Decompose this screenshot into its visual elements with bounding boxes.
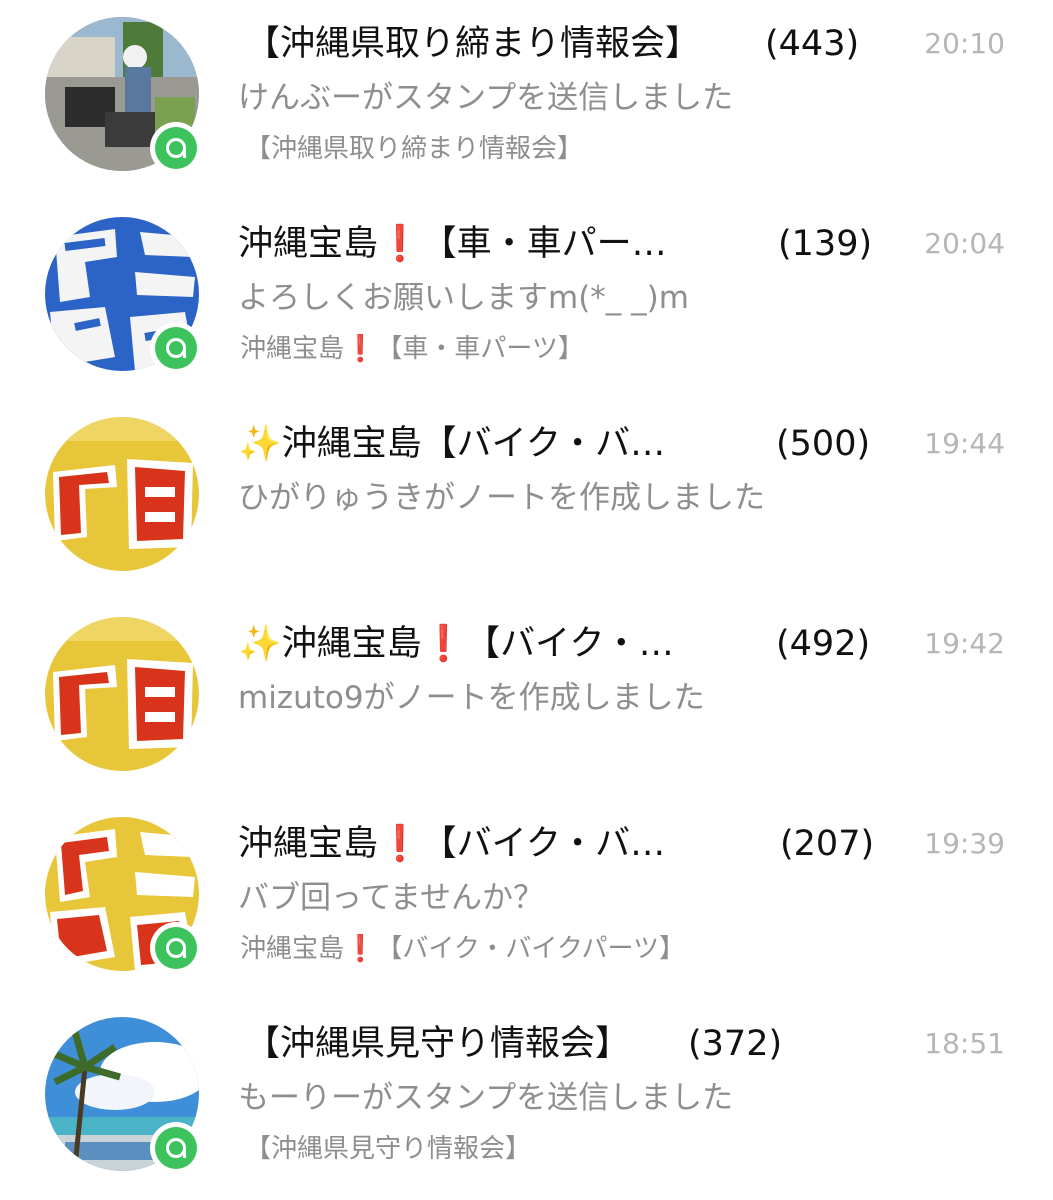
member-count: (207) bbox=[780, 824, 875, 864]
openchat-badge-icon bbox=[150, 122, 202, 174]
chat-title: ✨沖縄宝島❗【バイク・… bbox=[238, 624, 674, 664]
chat-list-item[interactable]: ✨沖縄宝島【バイク・バ… (500) 19:44 ひがりゅうきがノートを作成しま… bbox=[0, 400, 1053, 600]
chat-subtitle: 【沖縄県取り締まり情報会】 bbox=[245, 134, 584, 164]
member-count: (139) bbox=[778, 224, 873, 264]
chat-subtitle: 沖縄宝島❗【バイク・バイクパーツ】 bbox=[240, 934, 685, 964]
last-message-time: 19:44 bbox=[924, 427, 1005, 460]
group-avatar bbox=[45, 617, 199, 771]
chat-list: 【沖縄県取り締まり情報会】 (443) 20:10 けんぶーがスタンプを送信しま… bbox=[0, 0, 1053, 1200]
chat-list-item[interactable]: 【沖縄県取り締まり情報会】 (443) 20:10 けんぶーがスタンプを送信しま… bbox=[0, 0, 1053, 200]
chat-list-item[interactable]: 【沖縄県見守り情報会】 (372) 18:51 もーりーがスタンプを送信しました… bbox=[0, 1000, 1053, 1200]
chat-list-item[interactable]: ✨沖縄宝島❗【バイク・… (492) 19:42 mizuto9がノートを作成し… bbox=[0, 600, 1053, 800]
openchat-badge-icon bbox=[150, 1122, 202, 1174]
last-message-preview: ひがりゅうきがノートを作成しました bbox=[238, 480, 765, 516]
last-message-preview: よろしくお願いしますm(*_ _)m bbox=[238, 280, 689, 316]
openchat-badge-icon bbox=[150, 922, 202, 974]
chat-title: 沖縄宝島❗【車・車パー… bbox=[238, 224, 667, 264]
chat-subtitle: 沖縄宝島❗【車・車パーツ】 bbox=[240, 334, 584, 364]
last-message-time: 18:51 bbox=[924, 1027, 1005, 1060]
chat-title: 【沖縄県取り締まり情報会】 bbox=[245, 24, 701, 64]
last-message-time: 19:39 bbox=[924, 827, 1005, 860]
last-message-time: 19:42 bbox=[924, 627, 1005, 660]
last-message-preview: バブ回ってませんか？ bbox=[238, 880, 544, 916]
member-count: (500) bbox=[776, 424, 871, 464]
chat-title: 沖縄宝島❗【バイク・バ… bbox=[238, 824, 666, 864]
chat-title: ✨沖縄宝島【バイク・バ… bbox=[238, 424, 666, 464]
last-message-time: 20:10 bbox=[924, 27, 1005, 60]
openchat-badge-icon bbox=[150, 322, 202, 374]
member-count: (372) bbox=[688, 1024, 783, 1064]
last-message-preview: もーりーがスタンプを送信しました bbox=[238, 1080, 734, 1116]
group-avatar bbox=[45, 417, 199, 571]
chat-list-item[interactable]: 沖縄宝島❗【バイク・バ… (207) 19:39 バブ回ってませんか？ 沖縄宝島… bbox=[0, 800, 1053, 1000]
chat-list-item[interactable]: 沖縄宝島❗【車・車パー… (139) 20:04 よろしくお願いしますm(*_ … bbox=[0, 200, 1053, 400]
last-message-preview: mizuto9がノートを作成しました bbox=[238, 680, 705, 716]
member-count: (492) bbox=[776, 624, 871, 664]
chat-title: 【沖縄県見守り情報会】 bbox=[245, 1024, 631, 1064]
member-count: (443) bbox=[765, 24, 860, 64]
last-message-preview: けんぶーがスタンプを送信しました bbox=[238, 80, 734, 116]
last-message-time: 20:04 bbox=[924, 227, 1005, 260]
chat-subtitle: 【沖縄県見守り情報会】 bbox=[245, 1134, 532, 1164]
